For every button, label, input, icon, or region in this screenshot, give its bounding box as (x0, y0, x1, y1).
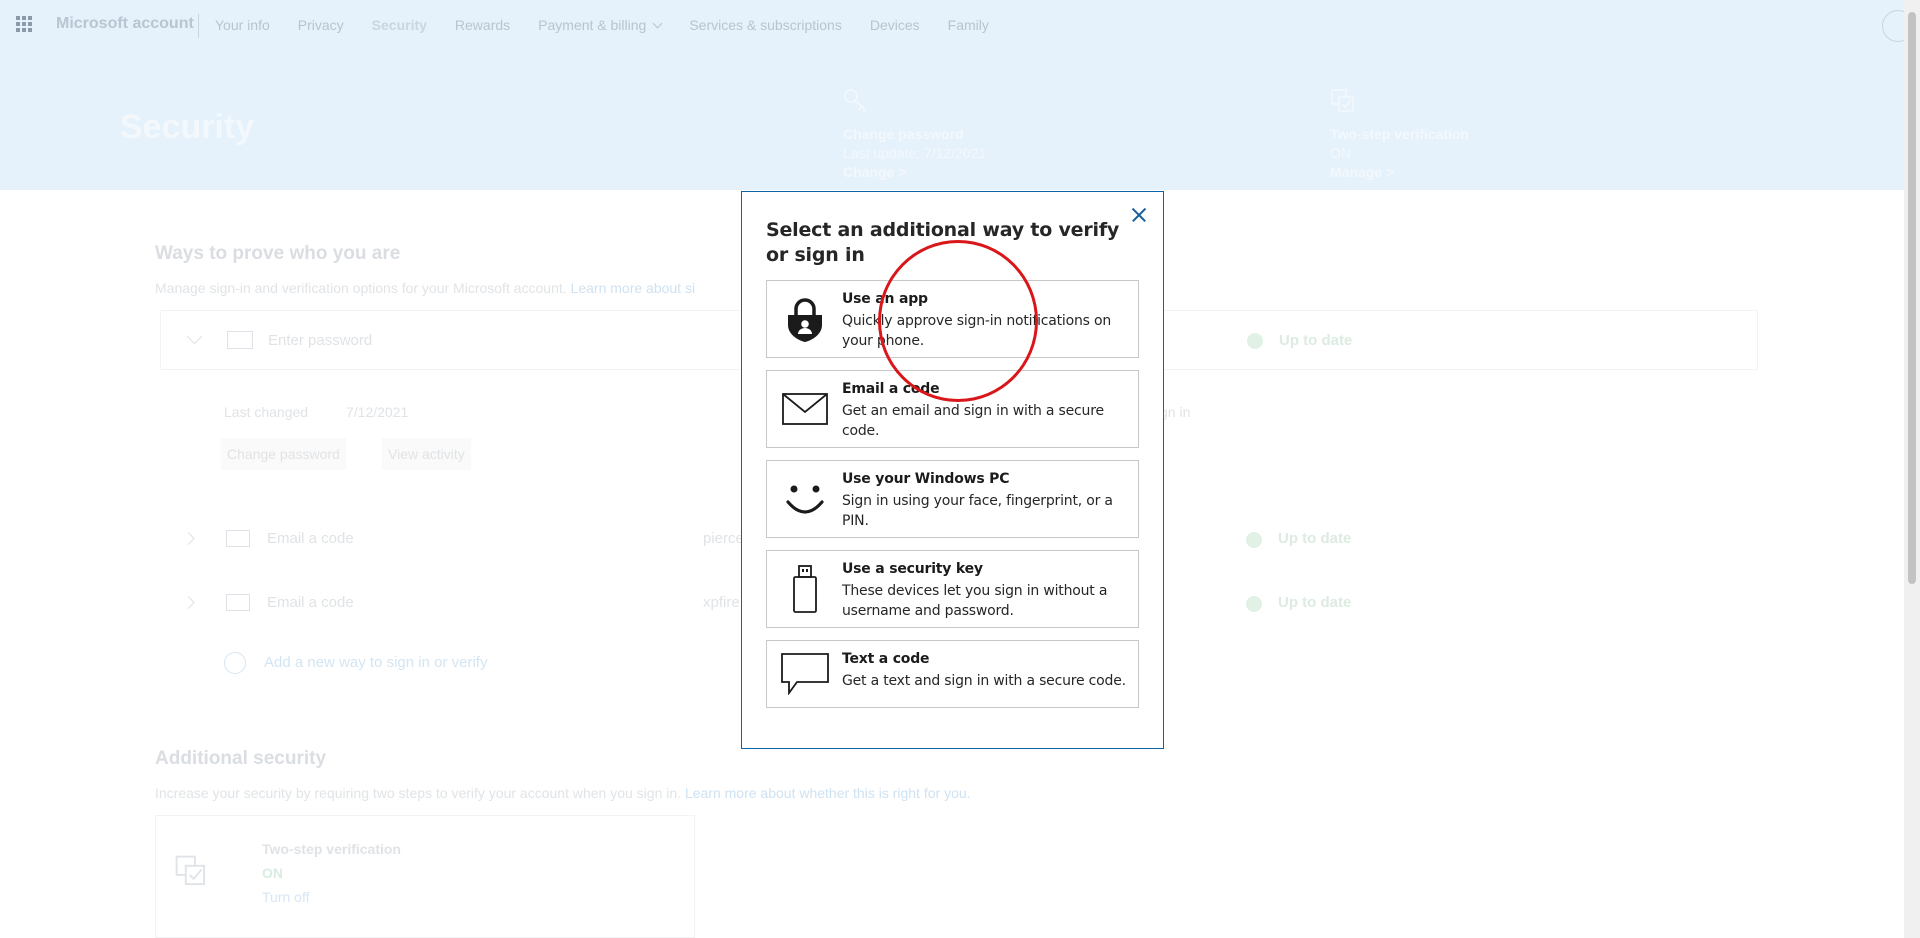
speech-bubble-icon (781, 651, 829, 697)
option-description: Quickly approve sign-in notifications on… (842, 313, 1112, 349)
option-title: Use a security key (842, 561, 983, 577)
add-method-dialog: Select an additional way to verify or si… (741, 191, 1164, 749)
option-title: Email a code (842, 381, 940, 397)
option-use-an-app[interactable]: Use an app Quickly approve sign-in notif… (766, 280, 1139, 358)
envelope-icon (781, 381, 829, 437)
option-description: Sign in using your face, fingerprint, or… (842, 493, 1113, 529)
dialog-title: Select an additional way to verify or si… (766, 219, 1120, 266)
option-description: These devices let you sign in without a … (842, 583, 1108, 619)
option-title: Text a code (842, 651, 930, 667)
scrollbar-thumb[interactable] (1908, 12, 1916, 584)
smiley-face-icon (781, 471, 829, 527)
option-use-security-key[interactable]: Use a security key These devices let you… (766, 550, 1139, 628)
option-title: Use an app (842, 291, 928, 307)
close-icon[interactable] (1127, 203, 1151, 227)
authenticator-lock-icon (781, 291, 829, 347)
option-email-a-code[interactable]: Email a code Get an email and sign in wi… (766, 370, 1139, 448)
option-text-a-code[interactable]: Text a code Get a text and sign in with … (766, 640, 1139, 708)
option-description: Get a text and sign in with a secure cod… (842, 673, 1126, 689)
option-use-windows-pc[interactable]: Use your Windows PC Sign in using your f… (766, 460, 1139, 538)
scrollbar[interactable] (1904, 0, 1920, 938)
option-title: Use your Windows PC (842, 471, 1010, 487)
usb-key-icon (781, 561, 829, 617)
option-description: Get an email and sign in with a secure c… (842, 403, 1104, 439)
